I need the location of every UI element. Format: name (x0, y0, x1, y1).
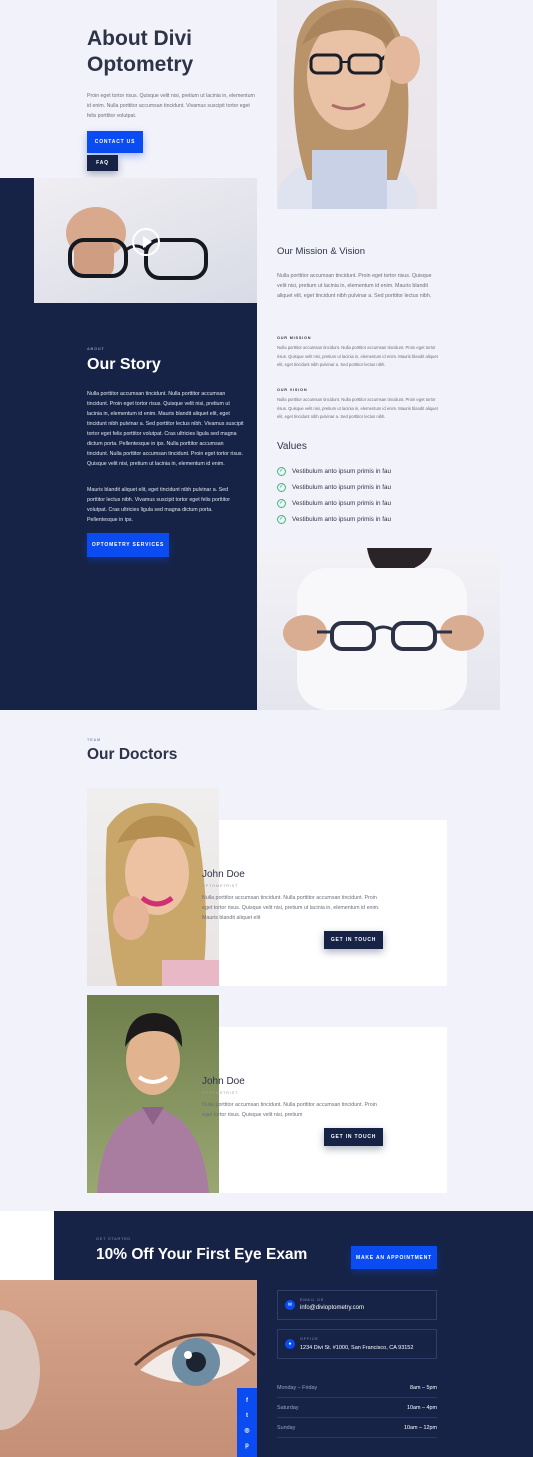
check-icon: ✓ (277, 482, 286, 492)
values-item: ✓ Vestibulum anto ipsum primis in fau (277, 498, 392, 508)
contact-us-button[interactable]: CONTACT US (87, 131, 143, 153)
values-item: ✓ Vestibulum anto ipsum primis in fau (277, 466, 392, 476)
doctors-label: TEAM (87, 738, 101, 742)
office-box: ● OFFICE 1234 Divi St. #1000, San Franci… (277, 1329, 437, 1359)
get-in-touch-button-2[interactable]: GET IN TOUCH (324, 1128, 383, 1146)
values-title: Values (277, 441, 307, 452)
hours-row: Saturday 10am – 4pm (277, 1398, 437, 1418)
hours-row: Monday – Friday 8am – 5pm (277, 1378, 437, 1398)
eye-illustration (0, 1310, 256, 1430)
doctor-name-2: John Doe (202, 1076, 245, 1087)
pinterest-icon[interactable]: p (237, 1438, 257, 1453)
hours-row: Sunday 10am – 12pm (277, 1418, 437, 1438)
doctor-name-1: John Doe (202, 869, 245, 880)
doctor-photo-1 (87, 788, 219, 986)
facebook-icon[interactable]: f (237, 1393, 257, 1408)
our-vision-text: Nulla porttitor accumsan tincidunt. Null… (277, 397, 438, 420)
mission-text: Nulla porttitor accumsan tincidunt. Proi… (277, 273, 432, 299)
our-vision-label: OUR VISION (277, 388, 308, 392)
video-thumbnail[interactable] (34, 178, 257, 303)
doctor-man-illustration (97, 1013, 209, 1193)
woman-illustration (277, 0, 420, 209)
our-mission-label: OUR MISSION (277, 336, 312, 340)
hands-glasses-illustration (283, 548, 484, 710)
get-in-touch-button-1[interactable]: GET IN TOUCH (324, 931, 383, 949)
doctor-role-1: OPTOMETRIST (202, 884, 239, 888)
play-icon[interactable] (132, 228, 160, 256)
values-item: ✓ Vestibulum anto ipsum primis in fau (277, 514, 392, 524)
office-label: OFFICE (300, 1337, 319, 1341)
hours-list: Monday – Friday 8am – 5pm Saturday 10am – … (277, 1378, 437, 1438)
story-paragraph-1: Nulla porttitor accumsan tincidunt. Null… (87, 391, 244, 467)
office-address: 1234 Divi St. #1000, San Francisco, CA 9… (300, 1345, 414, 1351)
our-mission-text: Nulla porttitor accumsan tincidunt. Null… (277, 345, 438, 368)
hero-photo-woman-glasses (277, 0, 437, 209)
values-list: ✓ Vestibulum anto ipsum primis in fau ✓ Ve… (277, 463, 437, 527)
check-icon: ✓ (277, 466, 286, 476)
check-icon: ✓ (277, 498, 286, 508)
email-value[interactable]: info@diviop­tometry.com (300, 1305, 364, 1311)
email-icon: ✉ (285, 1300, 295, 1310)
social-bar: f t ◎ p (237, 1388, 257, 1457)
email-label: EMAIL US (300, 1298, 324, 1302)
hero-title-line1: About Divi (87, 27, 192, 50)
story-title: Our Story (87, 356, 161, 373)
cta-white-block (0, 1211, 54, 1280)
hero-title-line2: Optometry (87, 53, 194, 76)
mission-title: Our Mission & Vision (277, 246, 365, 257)
doctors-title: Our Doctors (87, 746, 178, 763)
hero-title: About Divi Optometry (87, 26, 267, 78)
doctor-text-1: Nulla porttitor accumsan tincidunt. Null… (202, 895, 380, 921)
doctor-role-2: OPTOMETRIST (202, 1091, 239, 1095)
email-box: ✉ EMAIL US info@diviop­tometry.com (277, 1290, 437, 1320)
location-pin-icon: ● (285, 1339, 295, 1349)
eye-closeup-photo (0, 1280, 257, 1457)
values-item: ✓ Vestibulum anto ipsum primis in fau (277, 482, 392, 492)
twitter-icon[interactable]: t (237, 1408, 257, 1423)
make-appointment-button[interactable]: MAKE AN APPOINTMENT (351, 1246, 437, 1269)
doctor-photo-2 (87, 995, 219, 1193)
hero-text: Proin eget tortor risus. Quisque velit n… (87, 93, 255, 119)
doctor-text-2: Nulla porttitor accumsan tincidunt. Null… (202, 1102, 377, 1118)
cta-label: GET STARTED (96, 1237, 131, 1241)
instagram-icon[interactable]: ◎ (237, 1423, 257, 1438)
faq-button[interactable]: FAQ (87, 155, 118, 171)
story-label: ABOUT (87, 347, 105, 351)
story-paragraph-2: Mauris blandit aliquet elit, eget tincid… (87, 487, 230, 523)
doctor-woman-illustration (105, 803, 219, 986)
check-icon: ✓ (277, 514, 286, 524)
cta-title: 10% Off Your First Eye Exam (96, 1246, 308, 1263)
play-triangle (143, 236, 152, 248)
photo-hands-holding-glasses (257, 548, 500, 710)
optometry-services-button[interactable]: OPTOMETRY SERVICES (87, 533, 169, 557)
